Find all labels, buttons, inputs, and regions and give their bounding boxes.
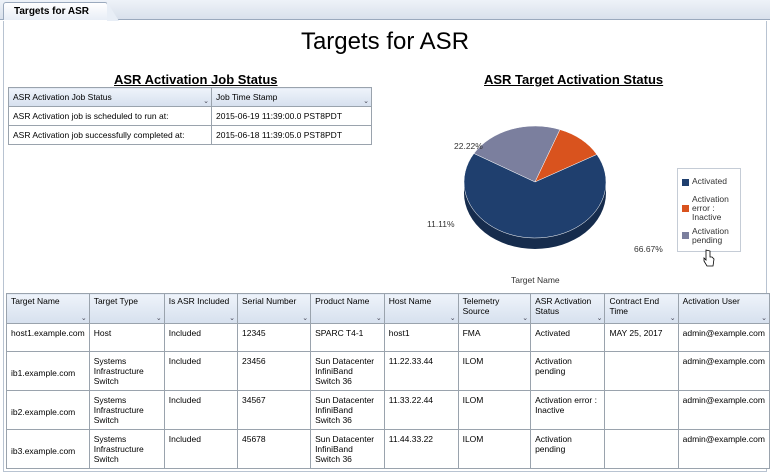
chevron-down-icon[interactable]: ⌄	[522, 315, 528, 322]
activation-status-cell: Activation error : Inactive	[530, 390, 606, 430]
asr-included-cell: Included	[163, 351, 238, 391]
asr-included-cell: Included	[163, 323, 238, 352]
activation-user-cell: admin@example.com	[677, 390, 770, 430]
column-header-host-name[interactable]: Host Name ⌄	[383, 293, 459, 324]
chevron-down-icon[interactable]: ⌄	[302, 315, 308, 322]
job-status-table: ASR Activation Job Status ⌄ Job Time Stam…	[8, 87, 372, 145]
activation-status-cell: Activation pending	[530, 351, 606, 391]
product-name-cell: Sun Datacenter InfiniBand Switch 36	[310, 429, 385, 469]
target-type-cell: Systems Infrastructure Switch	[88, 351, 165, 391]
activation-status-cell: Activation pending	[530, 429, 606, 469]
contract-end-cell	[604, 429, 679, 469]
pie-chart	[463, 125, 607, 249]
job-status-cell: ASR Activation job successfully complete…	[8, 125, 212, 145]
tab-targets-for-asr[interactable]: Targets for ASR	[3, 2, 120, 21]
asr-included-cell: Included	[163, 390, 238, 430]
telemetry-source-cell: ILOM	[457, 390, 532, 430]
product-name-cell: Sun Datacenter InfiniBand Switch 36	[310, 351, 385, 391]
activation-status-cell: Activated	[530, 323, 606, 352]
column-header-telemetry-source[interactable]: Telemetry Source ⌄	[457, 293, 532, 324]
job-time-cell: 2015-06-18 11:39:05.0 PST8PDT	[211, 125, 372, 145]
chevron-down-icon[interactable]: ⌄	[761, 315, 767, 322]
chevron-down-icon[interactable]: ⌄	[450, 315, 456, 322]
target-name-cell: ib1.example.com	[6, 351, 90, 391]
pie-label-pending: 22.22%	[454, 141, 483, 151]
table-row: ASR Activation job successfully complete…	[8, 125, 372, 145]
chevron-down-icon[interactable]: ⌄	[376, 315, 382, 322]
column-header-serial-number[interactable]: Serial Number ⌄	[236, 293, 312, 324]
column-header-target-name[interactable]: Target Name ⌄	[6, 293, 90, 324]
host-name-cell: 11.22.33.44	[383, 351, 459, 391]
job-status-title: ASR Activation Job Status	[114, 72, 278, 87]
serial-number-cell: 34567	[236, 390, 312, 430]
job-status-cell: ASR Activation job is scheduled to run a…	[8, 106, 212, 126]
tab-bar: Targets for ASR	[0, 0, 770, 21]
mouse-cursor-icon	[703, 249, 715, 267]
target-type-cell: Systems Infrastructure Switch	[88, 390, 165, 430]
legend-swatch	[682, 232, 689, 239]
chevron-down-icon[interactable]: ⌄	[229, 315, 235, 322]
chevron-down-icon[interactable]: ⌄	[363, 98, 369, 105]
table-row[interactable]: ib1.example.com Systems Infrastructure S…	[6, 351, 770, 391]
contract-end-cell: MAY 25, 2017	[604, 323, 679, 352]
telemetry-source-cell: ILOM	[457, 351, 532, 391]
host-name-cell: 11.44.33.22	[383, 429, 459, 469]
activation-user-cell: admin@example.com	[677, 429, 770, 469]
column-header-activation-user[interactable]: Activation User ⌄	[677, 293, 770, 324]
serial-number-cell: 45678	[236, 429, 312, 469]
chart-x-label: Target Name	[511, 275, 560, 285]
chevron-down-icon[interactable]: ⌄	[670, 315, 676, 322]
chart-legend: Activated Activation error : Inactive Ac…	[677, 168, 741, 252]
table-row[interactable]: ib3.example.com Systems Infrastructure S…	[6, 429, 770, 469]
target-name-cell: ib3.example.com	[6, 429, 90, 469]
legend-swatch	[682, 179, 689, 186]
chevron-down-icon[interactable]: ⌄	[156, 315, 162, 322]
target-name-cell: host1.example.com	[6, 323, 90, 352]
job-time-cell: 2015-06-19 11:39:00.0 PST8PDT	[211, 106, 372, 126]
host-name-cell: host1	[383, 323, 459, 352]
serial-number-cell: 23456	[236, 351, 312, 391]
legend-swatch	[682, 205, 689, 212]
serial-number-cell: 12345	[236, 323, 312, 352]
table-row: ASR Activation job is scheduled to run a…	[8, 106, 372, 126]
table-row[interactable]: host1.example.com Host Included 12345 SP…	[6, 323, 770, 352]
telemetry-source-cell: FMA	[457, 323, 532, 352]
chevron-down-icon[interactable]: ⌄	[203, 98, 209, 105]
column-header-target-type[interactable]: Target Type ⌄	[88, 293, 165, 324]
telemetry-source-cell: ILOM	[457, 429, 532, 469]
column-header-contract-end-time[interactable]: Contract End Time ⌄	[604, 293, 679, 324]
chart-title: ASR Target Activation Status	[484, 72, 664, 87]
product-name-cell: SPARC T4-1	[310, 323, 385, 352]
activation-user-cell: admin@example.com	[677, 351, 770, 391]
pie-label-error: 11.11%	[427, 219, 455, 229]
column-header-activation-status[interactable]: ASR Activation Status ⌄	[530, 293, 606, 324]
chevron-down-icon[interactable]: ⌄	[81, 315, 87, 322]
product-name-cell: Sun Datacenter InfiniBand Switch 36	[310, 390, 385, 430]
column-header-asr-included[interactable]: Is ASR Included ⌄	[163, 293, 238, 324]
host-name-cell: 11.33.22.44	[383, 390, 459, 430]
target-type-cell: Host	[88, 323, 165, 352]
page-title: Targets for ASR	[300, 28, 470, 55]
column-header-product-name[interactable]: Product Name ⌄	[310, 293, 385, 324]
chevron-down-icon[interactable]: ⌄	[597, 315, 603, 322]
table-row[interactable]: ib2.example.com Systems Infrastructure S…	[6, 390, 770, 430]
column-header-job-status[interactable]: ASR Activation Job Status ⌄	[8, 87, 212, 107]
pie-label-activated: 66.67%	[634, 244, 663, 254]
legend-item-error[interactable]: Activation error : Inactive	[682, 195, 742, 222]
legend-item-activated[interactable]: Activated	[682, 177, 742, 186]
targets-table: Target Name ⌄ Target Type ⌄ Is ASR Include…	[6, 293, 770, 469]
activation-user-cell: admin@example.com	[677, 323, 770, 352]
target-name-cell: ib2.example.com	[6, 390, 90, 430]
target-type-cell: Systems Infrastructure Switch	[88, 429, 165, 469]
contract-end-cell	[604, 351, 679, 391]
column-header-job-time-stamp[interactable]: Job Time Stamp ⌄	[211, 87, 372, 107]
legend-item-pending[interactable]: Activation pending	[682, 227, 742, 245]
contract-end-cell	[604, 390, 679, 430]
asr-included-cell: Included	[163, 429, 238, 469]
